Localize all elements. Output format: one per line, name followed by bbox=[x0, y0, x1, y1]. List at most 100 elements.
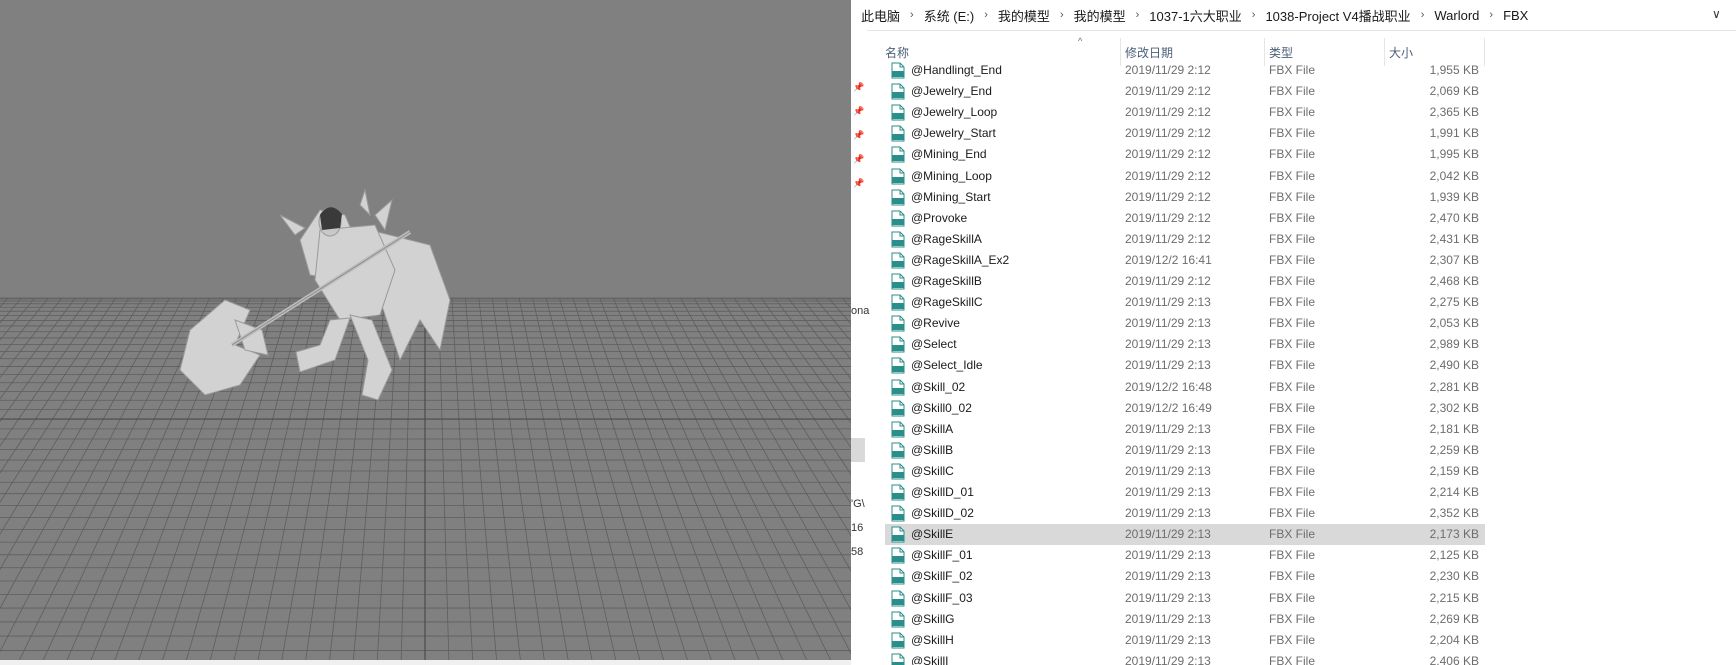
pin-icon[interactable]: 📌 bbox=[853, 178, 864, 188]
file-row[interactable]: @Mining_End 2019/11/29 2:12 FBX File 1,995 … bbox=[885, 144, 1485, 165]
file-name[interactable]: @SkillI bbox=[911, 654, 949, 665]
file-name[interactable]: @RageSkillA_Ex2 bbox=[911, 253, 1009, 267]
file-name[interactable]: @Select bbox=[911, 337, 957, 351]
file-name[interactable]: @Mining_End bbox=[911, 147, 987, 161]
chevron-right-icon[interactable]: › bbox=[978, 9, 994, 21]
breadcrumb-item[interactable]: 此电脑 bbox=[857, 6, 904, 25]
file-explorer[interactable]: 此电脑 › 系统 (E:) › 我的模型 › 我的模型 › 1037-1六大职业 › 1038-Pr… bbox=[851, 0, 1736, 665]
pin-icon[interactable]: 📌 bbox=[853, 82, 864, 92]
chevron-right-icon[interactable]: › bbox=[1415, 9, 1431, 21]
file-name[interactable]: @Handlingt_End bbox=[911, 63, 1002, 77]
pin-icon[interactable]: 📌 bbox=[853, 154, 864, 164]
file-row[interactable]: @Select_Idle 2019/11/29 2:13 FBX File 2,490… bbox=[885, 355, 1485, 376]
chevron-right-icon[interactable]: › bbox=[1054, 9, 1070, 21]
breadcrumb-item[interactable]: 1037-1六大职业 bbox=[1145, 6, 1245, 25]
file-name[interactable]: @RageSkillA bbox=[911, 232, 982, 246]
file-row[interactable]: @Skill0_02 2019/12/2 16:49 FBX File 2,302 K… bbox=[885, 398, 1485, 419]
file-row[interactable]: @SkillF_01 2019/11/29 2:13 FBX File 2,125 K… bbox=[885, 545, 1485, 566]
pin-icon[interactable]: 📌 bbox=[853, 106, 864, 116]
breadcrumb-item[interactable]: FBX bbox=[1499, 8, 1532, 23]
file-row[interactable]: @SkillE 2019/11/29 2:13 FBX File 2,173 KB bbox=[885, 524, 1485, 545]
file-name[interactable]: @Revive bbox=[911, 316, 960, 330]
file-row[interactable]: @Mining_Loop 2019/11/29 2:12 FBX File 2,042… bbox=[885, 166, 1485, 187]
file-name[interactable]: @RageSkillB bbox=[911, 274, 982, 288]
navigation-pane[interactable]: 📌 📌 📌 📌 📌 ona 'G\ 16 58 bbox=[851, 30, 869, 665]
chevron-right-icon[interactable]: › bbox=[1483, 9, 1499, 21]
breadcrumb-item[interactable]: 我的模型 bbox=[1070, 6, 1130, 25]
3d-viewport[interactable] bbox=[0, 0, 851, 665]
file-row[interactable]: @Jewelry_Start 2019/11/29 2:12 FBX File 1,9… bbox=[885, 123, 1485, 144]
file-type: FBX File bbox=[1269, 190, 1316, 204]
file-row[interactable]: @SkillD_01 2019/11/29 2:13 FBX File 2,214 K… bbox=[885, 482, 1485, 503]
breadcrumb[interactable]: 此电脑 › 系统 (E:) › 我的模型 › 我的模型 › 1037-1六大职业 › 1038-Pr… bbox=[857, 0, 1532, 30]
file-type: FBX File bbox=[1269, 274, 1316, 288]
file-row[interactable]: @SkillG 2019/11/29 2:13 FBX File 2,269 KB bbox=[885, 609, 1485, 630]
file-row[interactable]: @SkillI 2019/11/29 2:13 FBX File 2,406 KB bbox=[885, 651, 1485, 665]
file-row[interactable]: @Skill_02 2019/12/2 16:48 FBX File 2,281 KB bbox=[885, 377, 1485, 398]
file-row[interactable]: @SkillB 2019/11/29 2:13 FBX File 2,259 KB bbox=[885, 440, 1485, 461]
file-name[interactable]: @Jewelry_End bbox=[911, 84, 992, 98]
file-name[interactable]: @SkillG bbox=[911, 612, 955, 626]
file-name[interactable]: @SkillB bbox=[911, 443, 953, 457]
file-name[interactable]: @Provoke bbox=[911, 211, 967, 225]
file-row[interactable]: @RageSkillC 2019/11/29 2:13 FBX File 2,275 … bbox=[885, 292, 1485, 313]
file-date: 2019/11/29 2:13 bbox=[1125, 358, 1211, 372]
nav-item-fragment[interactable]: 'G\ bbox=[851, 498, 865, 510]
pin-icon[interactable]: 📌 bbox=[853, 130, 864, 140]
chevron-down-icon[interactable]: ∨ bbox=[1712, 8, 1724, 20]
file-row[interactable]: @SkillC 2019/11/29 2:13 FBX File 2,159 KB bbox=[885, 461, 1485, 482]
chevron-right-icon[interactable]: › bbox=[1130, 9, 1146, 21]
chevron-right-icon[interactable]: › bbox=[904, 9, 920, 21]
file-size: 2,204 KB bbox=[1429, 633, 1479, 647]
breadcrumb-item[interactable]: Warlord bbox=[1430, 8, 1483, 23]
file-row[interactable]: @Provoke 2019/11/29 2:12 FBX File 2,470 KB bbox=[885, 208, 1485, 229]
file-row[interactable]: @RageSkillB 2019/11/29 2:12 FBX File 2,468 … bbox=[885, 271, 1485, 292]
file-name[interactable]: @Skill0_02 bbox=[911, 401, 972, 415]
file-name[interactable]: @Mining_Start bbox=[911, 190, 991, 204]
file-row[interactable]: @Jewelry_End 2019/11/29 2:12 FBX File 2,069… bbox=[885, 81, 1485, 102]
file-name[interactable]: @RageSkillC bbox=[911, 295, 983, 309]
breadcrumb-item[interactable]: 我的模型 bbox=[994, 6, 1054, 25]
file-name[interactable]: @SkillF_02 bbox=[911, 569, 973, 583]
file-row[interactable]: @RageSkillA_Ex2 2019/12/2 16:41 FBX File 2,… bbox=[885, 250, 1485, 271]
file-name[interactable]: @Select_Idle bbox=[911, 358, 983, 372]
file-row[interactable]: @Mining_Start 2019/11/29 2:12 FBX File 1,93… bbox=[885, 187, 1485, 208]
nav-selected-item[interactable] bbox=[851, 438, 865, 462]
file-name[interactable]: @SkillD_01 bbox=[911, 485, 974, 499]
file-name[interactable]: @SkillF_03 bbox=[911, 591, 973, 605]
file-row[interactable]: @Revive 2019/11/29 2:13 FBX File 2,053 KB bbox=[885, 313, 1485, 334]
file-date: 2019/11/29 2:13 bbox=[1125, 337, 1211, 351]
chevron-right-icon[interactable]: › bbox=[1246, 9, 1262, 21]
file-type: FBX File bbox=[1269, 337, 1316, 351]
file-row[interactable]: @Jewelry_Loop 2019/11/29 2:12 FBX File 2,36… bbox=[885, 102, 1485, 123]
file-row[interactable]: @Select 2019/11/29 2:13 FBX File 2,989 KB bbox=[885, 334, 1485, 355]
file-row[interactable]: @Handlingt_End 2019/11/29 2:12 FBX File 1,9… bbox=[885, 60, 1485, 81]
file-name[interactable]: @SkillF_01 bbox=[911, 548, 973, 562]
address-bar[interactable]: 此电脑 › 系统 (E:) › 我的模型 › 我的模型 › 1037-1六大职业 › 1038-Pr… bbox=[851, 0, 1736, 31]
breadcrumb-item[interactable]: 1038-Project V4播战职业 bbox=[1261, 6, 1414, 25]
file-row[interactable]: @RageSkillA 2019/11/29 2:12 FBX File 2,431 … bbox=[885, 229, 1485, 250]
file-row[interactable]: @SkillA 2019/11/29 2:13 FBX File 2,181 KB bbox=[885, 419, 1485, 440]
file-name[interactable]: @Mining_Loop bbox=[911, 169, 992, 183]
file-name[interactable]: @Jewelry_Start bbox=[911, 126, 996, 140]
column-size[interactable]: 大小 bbox=[1389, 44, 1413, 61]
file-row[interactable]: @SkillH 2019/11/29 2:13 FBX File 2,204 KB bbox=[885, 630, 1485, 651]
file-name[interactable]: @SkillE bbox=[911, 527, 953, 541]
file-row[interactable]: @SkillD_02 2019/11/29 2:13 FBX File 2,352 K… bbox=[885, 503, 1485, 524]
file-name[interactable]: @SkillC bbox=[911, 464, 954, 478]
nav-item-fragment[interactable]: 16 bbox=[851, 522, 863, 534]
file-name[interactable]: @Skill_02 bbox=[911, 380, 965, 394]
fbx-file-icon bbox=[891, 315, 905, 332]
file-name[interactable]: @SkillD_02 bbox=[911, 506, 974, 520]
column-date[interactable]: 修改日期 bbox=[1125, 44, 1173, 61]
column-type[interactable]: 类型 bbox=[1269, 44, 1293, 61]
nav-item-fragment[interactable]: ona bbox=[851, 305, 869, 317]
file-row[interactable]: @SkillF_03 2019/11/29 2:13 FBX File 2,215 K… bbox=[885, 588, 1485, 609]
file-name[interactable]: @Jewelry_Loop bbox=[911, 105, 997, 119]
file-name[interactable]: @SkillA bbox=[911, 422, 953, 436]
file-row[interactable]: @SkillF_02 2019/11/29 2:13 FBX File 2,230 K… bbox=[885, 566, 1485, 587]
column-name[interactable]: 名称 bbox=[885, 44, 909, 61]
nav-item-fragment[interactable]: 58 bbox=[851, 546, 863, 558]
file-name[interactable]: @SkillH bbox=[911, 633, 954, 647]
breadcrumb-item[interactable]: 系统 (E:) bbox=[920, 6, 979, 25]
